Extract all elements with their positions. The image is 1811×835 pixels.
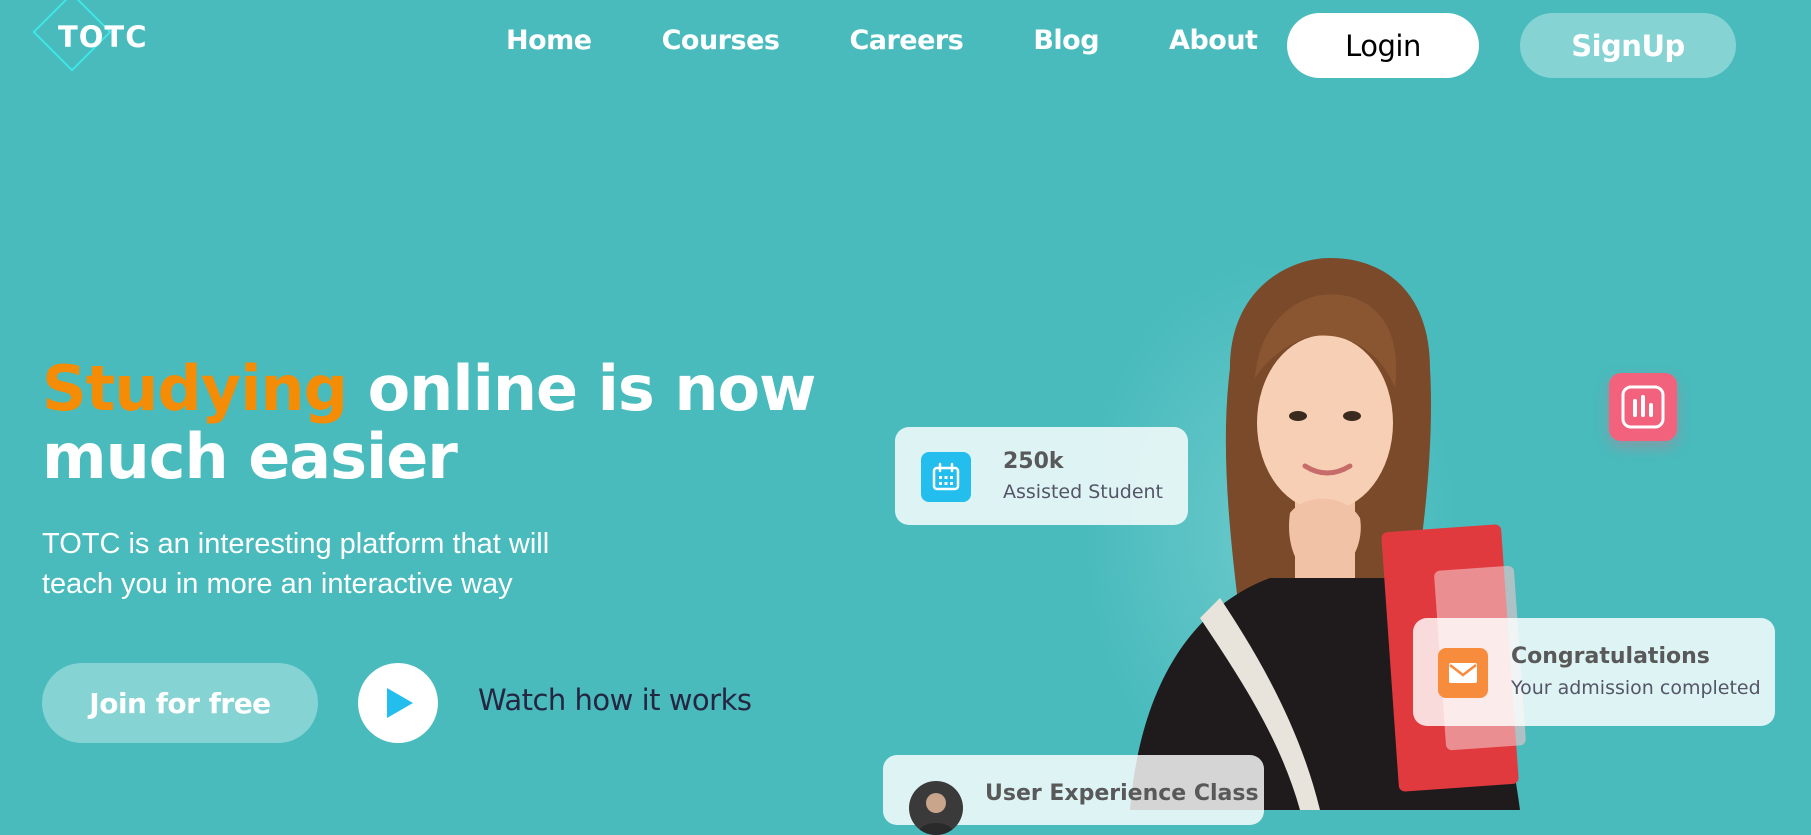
user-experience-class-card: User Experience Class (883, 755, 1264, 835)
signup-button[interactable]: SignUp (1520, 13, 1736, 78)
calendar-icon-box (921, 452, 971, 502)
join-for-free-button[interactable]: Join for free (42, 663, 318, 743)
bar-chart-badge (1609, 373, 1677, 441)
nav-item-about[interactable]: About (1169, 25, 1258, 56)
students-count: 250k (1003, 449, 1064, 474)
nav-item-blog[interactable]: Blog (1033, 25, 1099, 56)
ux-class-title: User Experience Class (985, 781, 1259, 806)
hero-subtext: TOTC is an interesting platform that wil… (42, 528, 550, 600)
main-nav: Home Courses Careers Blog About (506, 25, 1258, 56)
mail-icon-box (1438, 648, 1488, 698)
watch-how-it-works-link[interactable]: Watch how it works (478, 683, 752, 717)
congratulations-card: Congratulations Your admission completed (1413, 618, 1775, 726)
headline-line2: much easier (42, 420, 458, 493)
congrats-label: Your admission completed (1511, 677, 1761, 699)
headline-accent-word: Studying (42, 352, 348, 425)
logo[interactable]: TOTC (32, 0, 148, 80)
headline-line1-rest: online is now (347, 352, 817, 425)
nav-item-careers[interactable]: Careers (849, 25, 963, 56)
avatar (909, 781, 963, 835)
calendar-icon (932, 462, 960, 491)
avatar-icon (917, 793, 955, 835)
students-label: Assisted Student (1003, 481, 1164, 503)
congrats-title: Congratulations (1511, 644, 1710, 669)
play-video-button[interactable] (358, 663, 438, 743)
nav-item-home[interactable]: Home (506, 25, 592, 56)
login-button[interactable]: Login (1287, 13, 1479, 78)
hero-headline: Studying online is now much easier (42, 355, 862, 491)
nav-item-courses[interactable]: Courses (662, 25, 780, 56)
logo-text: TOTC (58, 20, 148, 54)
assisted-students-card: 250k Assisted Student (895, 427, 1188, 525)
play-icon (387, 688, 413, 718)
mail-icon (1449, 663, 1477, 683)
student-illustration (1130, 258, 1526, 810)
bar-chart-icon (1621, 385, 1665, 429)
